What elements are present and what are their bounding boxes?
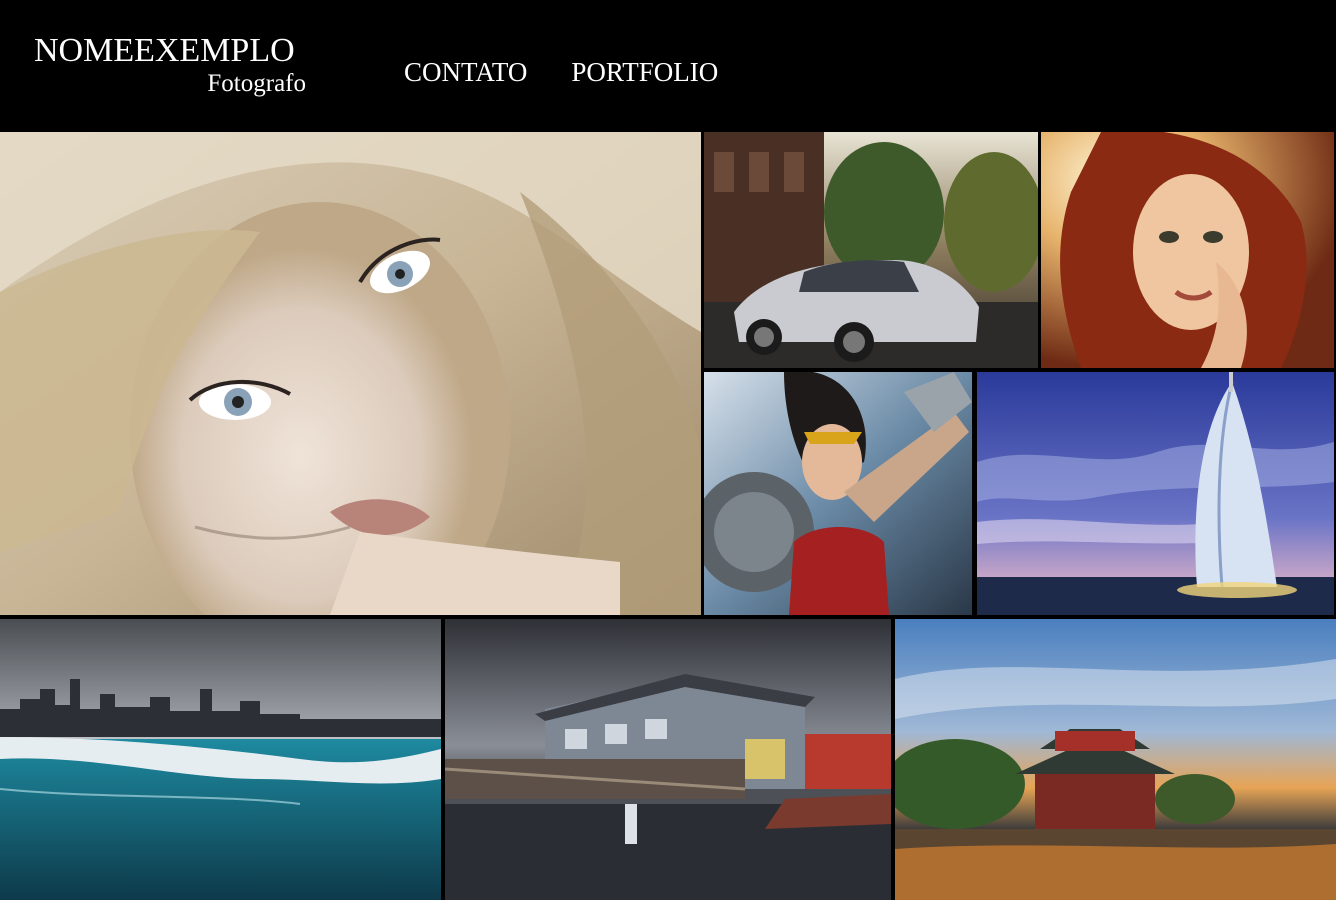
nav-link-portfolio[interactable]: PORTFOLIO [571,56,718,88]
photo-image [1041,132,1334,368]
photo-image [704,372,972,615]
gallery-photo-heroine-illustration[interactable] [704,372,972,615]
gallery-photo-frozen-lake[interactable] [0,619,441,900]
gallery-photo-tower-dusk[interactable] [977,372,1334,615]
photo-image [0,619,441,900]
photo-image [704,132,1038,368]
photo-image [445,619,891,900]
photo-image [0,132,701,615]
photo-image [895,619,1336,900]
brand-logo[interactable]: NOMEEXEMPLO Fotografo [34,32,314,98]
nav-link-contato[interactable]: CONTATO [404,56,527,88]
main-nav: CONTATO PORTFOLIO [404,56,718,88]
site-header: NOMEEXEMPLO Fotografo CONTATO PORTFOLIO [0,0,1336,130]
gallery-photo-redhead-portrait[interactable] [1041,132,1334,368]
brand-subtitle: Fotografo [207,70,306,97]
gallery-photo-sports-car[interactable] [704,132,1038,368]
brand-name: NOMEEXEMPLO [34,32,295,69]
gallery-photo-pagoda-sunset[interactable] [895,619,1336,900]
photo-image [977,372,1334,615]
gallery-photo-blonde-portrait[interactable] [0,132,701,615]
gallery-photo-waterfront-houses[interactable] [445,619,891,900]
